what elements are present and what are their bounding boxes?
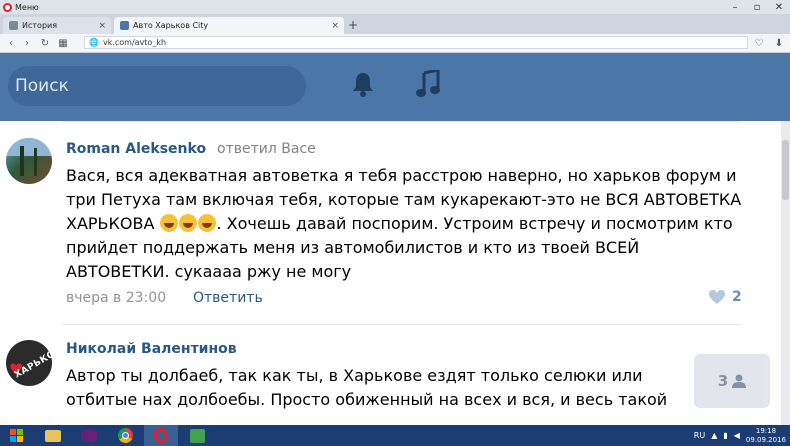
replied-to-label[interactable]: ответил Васе [217, 141, 316, 157]
speed-dial-icon[interactable]: ▦ [56, 36, 70, 50]
like-button[interactable]: 2 [708, 289, 742, 305]
visual-studio-taskbar-icon[interactable] [72, 425, 106, 446]
explorer-taskbar-icon[interactable] [36, 425, 70, 446]
language-indicator[interactable]: RU [694, 431, 705, 440]
forward-icon[interactable]: › [20, 36, 34, 50]
laughing-emoji-icon [178, 214, 197, 232]
windows-logo-icon [10, 428, 23, 442]
comments-area: Roman Aleksenko ответил Васе Вася, вся а… [0, 121, 781, 425]
url-text: vk.com/avto_kh [102, 38, 167, 47]
green-app-taskbar-icon[interactable] [180, 425, 214, 446]
back-icon[interactable]: ‹ [4, 36, 18, 50]
url-field[interactable]: 🌐 vk.com/avto_kh [84, 36, 748, 49]
reload-icon[interactable]: ↻ [38, 36, 52, 50]
divider [62, 121, 742, 122]
tab-history[interactable]: История × [3, 17, 111, 34]
network-icon[interactable]: ▮ [723, 431, 727, 440]
history-icon [9, 21, 18, 30]
window-controls: – ▫ ✕ [724, 0, 790, 14]
laughing-emoji-icon [159, 214, 178, 232]
menu-label: Меню [15, 2, 39, 12]
taskbar: RU ▲ ▮ ◀ 19:18 09.09.2016 [0, 425, 790, 446]
vk-favicon-icon [120, 21, 129, 30]
avatar[interactable] [6, 138, 52, 184]
opera-logo-icon [3, 2, 12, 12]
opera-menu-button[interactable]: Меню [3, 1, 47, 13]
start-button[interactable] [0, 425, 34, 446]
close-window-button[interactable]: ✕ [768, 0, 790, 14]
minimize-button[interactable]: – [724, 0, 746, 14]
system-tray: RU ▲ ▮ ◀ 19:18 09.09.2016 [694, 425, 790, 446]
search-input[interactable]: Поиск [8, 66, 306, 106]
laughing-emoji-icon [197, 214, 216, 232]
clock-date: 09.09.2016 [745, 435, 786, 444]
clock-time: 19:18 [755, 426, 777, 435]
comment-text: Автор ты долбаеб, так как ты, в Харькове… [66, 366, 668, 409]
vk-header: Поиск [0, 53, 790, 121]
maximize-button[interactable]: ▫ [746, 0, 768, 14]
bookmark-heart-icon[interactable]: ♡ [752, 36, 766, 50]
reply-button[interactable]: Ответить [193, 290, 263, 306]
address-bar: ‹ › ↻ ▦ 🌐 vk.com/avto_kh ♡ ⬇ [0, 34, 790, 53]
download-icon[interactable]: ⬇ [772, 36, 786, 50]
close-tab-icon[interactable]: × [98, 21, 106, 31]
comment-text: Вася, вся адекватная автоветка я тебя ра… [66, 166, 742, 281]
tab-label: Авто Харьков City [133, 21, 209, 30]
online-friends-badge[interactable]: 3 [694, 354, 770, 408]
avatar[interactable]: ♥ ХАРЬКОВ [6, 340, 52, 386]
music-icon[interactable] [416, 68, 440, 102]
comment-author[interactable]: Roman Aleksenko [66, 141, 206, 157]
new-tab-button[interactable]: + [348, 19, 362, 31]
badge-count: 3 [717, 372, 729, 390]
comment-time[interactable]: вчера в 23:00 [66, 290, 166, 306]
search-placeholder: Поиск [15, 76, 69, 96]
tray-arrow-icon[interactable]: ▲ [711, 431, 717, 440]
volume-icon[interactable]: ◀ [734, 431, 740, 440]
tab-vk[interactable]: Авто Харьков City × [114, 17, 344, 34]
clock[interactable]: 19:18 09.09.2016 [746, 427, 786, 445]
site-info-icon[interactable]: 🌐 [89, 38, 99, 47]
close-tab-icon[interactable]: × [331, 21, 339, 31]
comment-author[interactable]: Николай Валентинов [66, 341, 237, 357]
chrome-taskbar-icon[interactable] [108, 425, 142, 446]
scrollbar-thumb[interactable] [782, 140, 789, 200]
divider [62, 324, 742, 325]
bell-icon[interactable] [352, 71, 374, 101]
tab-bar: История × Авто Харьков City × + [0, 14, 790, 34]
like-count: 2 [732, 289, 742, 305]
person-icon [732, 374, 747, 388]
browser-titlebar: Меню – ▫ ✕ [0, 0, 790, 14]
opera-taskbar-icon[interactable] [144, 425, 178, 446]
heart-icon [709, 290, 725, 304]
tab-label: История [22, 21, 58, 30]
